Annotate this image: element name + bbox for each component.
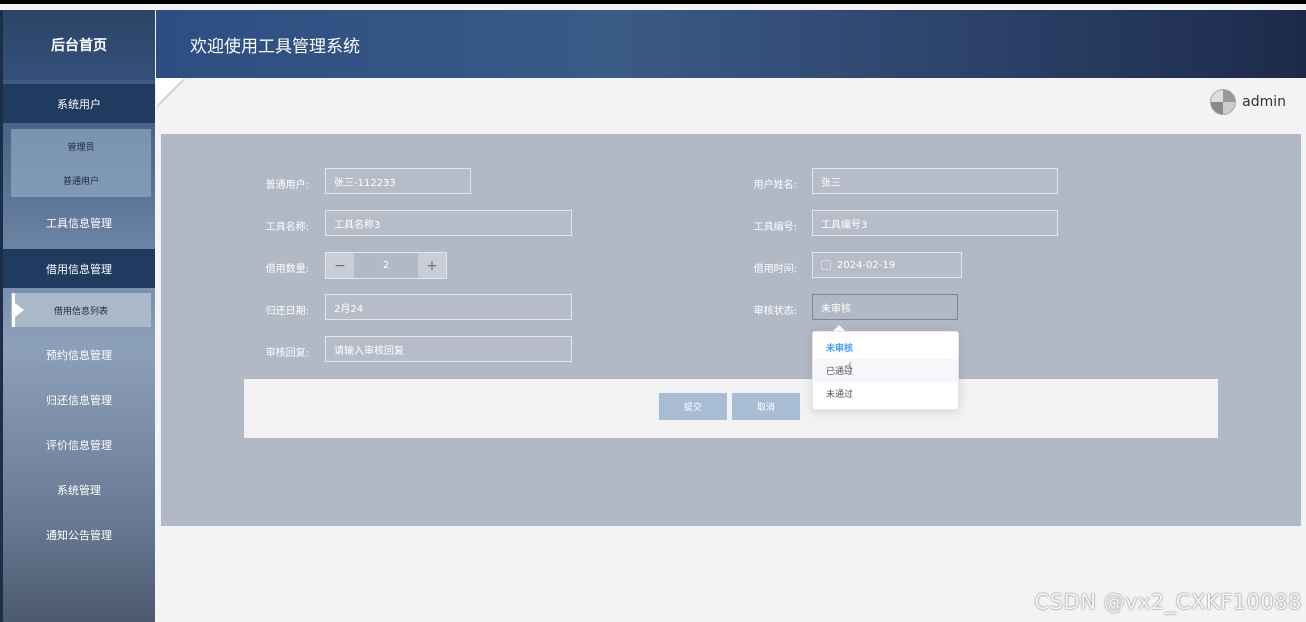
cancel-button[interactable]: 取消 <box>732 393 800 420</box>
label-tool-code: 工具编号: <box>753 222 797 233</box>
header: 欢迎使用工具管理系统 <box>156 10 1306 78</box>
borrow-time-value: 2024-02-19 <box>837 259 896 271</box>
quantity-stepper: − 2 + <box>325 252 447 279</box>
top-border <box>0 0 1306 4</box>
status-option-approved[interactable]: 已通过 <box>813 359 958 382</box>
sidebar-subitem-admin[interactable]: 管理员 <box>11 129 151 163</box>
review-reply-input[interactable]: 请输入审核回复 <box>325 336 572 362</box>
watermark: CSDN @vx2_CXKF10088 <box>1034 590 1302 614</box>
borrow-time-picker[interactable]: 2024-02-19 <box>812 252 962 278</box>
sidebar-item-system-mgmt[interactable]: 系统管理 <box>3 470 155 509</box>
sidebar-item-system-users[interactable]: 系统用户 <box>3 84 155 123</box>
sidebar-subitem-borrow-list[interactable]: 借用信息列表 <box>11 293 151 327</box>
sidebar-item-return-info[interactable]: 归还信息管理 <box>3 380 155 419</box>
avatar[interactable] <box>1210 89 1237 115</box>
review-status-select[interactable]: 未审核 <box>812 294 958 320</box>
increase-button[interactable]: + <box>418 253 446 278</box>
label-borrow-time: 借用时间: <box>753 264 797 275</box>
tool-name-input[interactable]: 工具名称3 <box>325 210 572 236</box>
sidebar-item-review-info[interactable]: 评价信息管理 <box>3 425 155 464</box>
label-normal-user: 普通用户: <box>265 180 309 191</box>
user-menu[interactable]: admin <box>1210 89 1286 115</box>
label-tool-name: 工具名称: <box>265 222 309 233</box>
label-review-status: 审核状态: <box>753 306 797 317</box>
active-arrow-icon <box>15 303 24 317</box>
sidebar-brand-home[interactable]: 后台首页 <box>3 10 155 80</box>
button-bar: 提交 取消 <box>244 379 1218 438</box>
label-return-date: 归还日期: <box>265 306 309 317</box>
username[interactable]: admin <box>1242 94 1286 110</box>
sidebar-subitem-normal-user[interactable]: 普通用户 <box>11 163 151 197</box>
decrease-button[interactable]: − <box>326 253 354 278</box>
normal-user-select[interactable]: 张三-112233 <box>325 168 471 194</box>
tool-code-input[interactable]: 工具编号3 <box>812 210 1058 236</box>
sidebar-item-borrow-info[interactable]: 借用信息管理 <box>3 249 155 288</box>
status-option-rejected[interactable]: 未通过 <box>813 382 958 405</box>
sidebar-submenu-users: 管理员 普通用户 <box>11 129 151 197</box>
sidebar-item-tool-info[interactable]: 工具信息管理 <box>3 203 155 242</box>
calendar-icon <box>821 260 831 270</box>
return-date-input[interactable]: 2月24 <box>325 294 572 320</box>
status-dropdown: 未审核 已通过 未通过 <box>812 331 959 410</box>
label-borrow-qty: 借用数量: <box>265 264 309 275</box>
label-review-reply: 审核回复: <box>265 348 309 359</box>
sidebar: 后台首页 系统用户 管理员 普通用户 工具信息管理 借用信息管理 借用信息列表 … <box>0 10 155 622</box>
submit-button[interactable]: 提交 <box>659 393 727 420</box>
form-panel: 普通用户: 张三-112233 用户姓名: 张三 工具名称: 工具名称3 工具编… <box>161 134 1301 526</box>
sidebar-item-notice-mgmt[interactable]: 通知公告管理 <box>3 515 155 554</box>
header-title: 欢迎使用工具管理系统 <box>190 36 360 57</box>
hand-cursor-icon: ☝ <box>844 360 853 376</box>
quantity-value[interactable]: 2 <box>354 253 418 278</box>
page-fold-corner <box>156 78 184 106</box>
sidebar-item-reservation[interactable]: 预约信息管理 <box>3 335 155 374</box>
label-user-name: 用户姓名: <box>753 180 797 191</box>
user-name-input[interactable]: 张三 <box>812 168 1058 194</box>
status-option-pending[interactable]: 未审核 <box>813 336 958 359</box>
